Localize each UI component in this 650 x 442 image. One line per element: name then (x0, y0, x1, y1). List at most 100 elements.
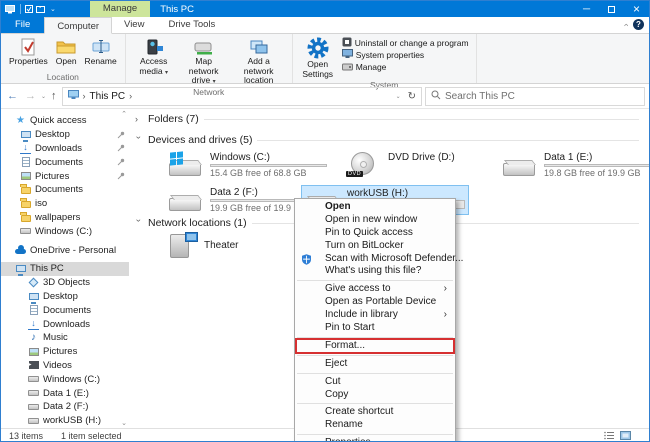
sidebar-item-wallpapers[interactable]: wallpapers (1, 211, 129, 225)
group-header-folders[interactable]: › Folders (7) (135, 113, 639, 125)
download-icon: ↓ (28, 319, 39, 330)
menu-item-open[interactable]: Open (295, 201, 455, 214)
rename-button[interactable]: Rename (81, 36, 121, 68)
menu-separator (297, 337, 453, 338)
close-button[interactable]: × (624, 1, 649, 17)
sidebar-item-videos[interactable]: Videos (1, 359, 129, 373)
chevron-expanded-icon[interactable]: › (134, 219, 144, 227)
open-settings-button[interactable]: Open Settings (297, 36, 339, 80)
sidebar-item-pc-downloads[interactable]: ↓ Downloads (1, 317, 129, 331)
title-bar: ⌄ Manage This PC ─ × (1, 1, 649, 17)
sidebar-item-pc-documents[interactable]: Documents (1, 303, 129, 317)
menu-item-portable-device[interactable]: Open as Portable Device (295, 296, 455, 309)
system-properties-button[interactable]: System properties (339, 49, 472, 61)
menu-item-whats-using[interactable]: What's using this file? (295, 265, 455, 278)
drive-tile-data1[interactable]: Data 1 (E:) 19.8 GB free of 19.9 GB (499, 150, 650, 180)
tab-computer[interactable]: Computer (44, 17, 112, 34)
menu-item-pin-start[interactable]: Pin to Start (295, 322, 455, 335)
menu-separator (297, 355, 453, 356)
sidebar-item-workusb[interactable]: workUSB (H:) (1, 414, 129, 428)
drive-icon (20, 228, 31, 234)
desktop-icon (21, 131, 31, 138)
explorer-window: ⌄ Manage This PC ─ × File Computer View … (0, 0, 650, 442)
scroll-up-icon[interactable]: ⌃ (121, 110, 127, 118)
sidebar-item-pc-pictures[interactable]: Pictures (1, 345, 129, 359)
sidebar-item-data2[interactable]: Data 2 (F:) (1, 400, 129, 414)
map-network-drive-button[interactable]: Map network drive ▾ (178, 36, 230, 87)
thumbnail-view-icon[interactable] (620, 431, 631, 442)
menu-item-defender-scan[interactable]: Scan with Microsoft Defender... (295, 253, 455, 266)
maximize-button[interactable] (599, 1, 624, 17)
menu-item-include-library[interactable]: Include in library› (295, 309, 455, 322)
menu-item-give-access[interactable]: Give access to› (295, 283, 455, 296)
drive-tile-dvd[interactable]: DVD DVD Drive (D:) (343, 150, 508, 180)
manage-contextual-tab[interactable]: Manage (90, 1, 150, 17)
sidebar-item-windows-c[interactable]: Windows (C:) (1, 224, 129, 238)
menu-item-format[interactable]: Format... (295, 340, 455, 353)
drive-icon (168, 187, 204, 213)
drive-icon (502, 152, 538, 178)
uninstall-program-button[interactable]: Uninstall or change a program (339, 37, 472, 49)
qat-new-folder-icon[interactable] (36, 5, 45, 13)
sidebar-item-documents-folder[interactable]: Documents (1, 183, 129, 197)
format-highlight-box (295, 338, 455, 354)
recent-locations-icon[interactable]: ⌄ (41, 93, 46, 100)
tab-file[interactable]: File (1, 16, 44, 33)
scroll-down-icon[interactable]: ⌄ (121, 419, 127, 427)
menu-item-create-shortcut[interactable]: Create shortcut (295, 406, 455, 419)
rename-icon (92, 37, 110, 56)
menu-item-bitlocker[interactable]: Turn on BitLocker (295, 240, 455, 253)
back-button[interactable]: ← (5, 90, 20, 102)
access-media-button[interactable]: Access media ▾ (130, 36, 178, 77)
tab-view[interactable]: View (112, 16, 156, 33)
sidebar-item-data1[interactable]: Data 1 (E:) (1, 386, 129, 400)
sidebar-item-3d-objects[interactable]: 3D Objects (1, 276, 129, 290)
pin-icon (117, 172, 125, 180)
address-dropdown-icon[interactable]: ⌄ (396, 93, 401, 100)
manage-icon (342, 62, 353, 73)
sidebar-item-pictures[interactable]: Pictures (1, 169, 129, 183)
minimize-button[interactable]: ─ (574, 1, 599, 17)
menu-item-open-new-window[interactable]: Open in new window (295, 214, 455, 227)
chevron-expanded-icon[interactable]: › (134, 136, 144, 144)
uninstall-icon (342, 37, 352, 49)
pin-icon (117, 131, 125, 139)
menu-item-pin-quick-access[interactable]: Pin to Quick access (295, 227, 455, 240)
add-network-location-button[interactable]: Add a network location (230, 36, 288, 87)
group-header-devices[interactable]: › Devices and drives (5) (135, 134, 639, 146)
up-button[interactable]: ↑ (49, 90, 59, 102)
sidebar-item-documents[interactable]: Documents (1, 155, 129, 169)
system-properties-icon (342, 49, 353, 61)
qat-customize-icon[interactable]: ⌄ (50, 5, 56, 13)
sidebar-item-quick-access[interactable]: ★ Quick access (1, 114, 129, 128)
sidebar-item-iso[interactable]: iso (1, 197, 129, 211)
search-input[interactable]: Search This PC (425, 87, 645, 106)
collapse-ribbon-icon[interactable]: › (621, 23, 631, 26)
forward-button[interactable]: → (23, 90, 38, 102)
menu-item-copy[interactable]: Copy (295, 389, 455, 402)
sidebar-item-pc-windows-c[interactable]: Windows (C:) (1, 372, 129, 386)
search-icon (431, 90, 441, 103)
drive-tile-windows-c[interactable]: Windows (C:) 15.4 GB free of 68.8 GB (165, 150, 330, 180)
details-view-icon[interactable] (604, 431, 615, 442)
breadcrumb-this-pc[interactable]: This PC (90, 91, 126, 102)
open-button[interactable]: Open (52, 36, 81, 68)
refresh-icon[interactable]: ↻ (408, 91, 416, 102)
menu-item-properties[interactable]: Properties (295, 437, 455, 442)
sidebar-item-music[interactable]: ♪ Music (1, 331, 129, 345)
tab-drive-tools[interactable]: Drive Tools (156, 16, 227, 33)
sidebar-item-onedrive[interactable]: OneDrive - Personal (1, 243, 129, 257)
sidebar-item-desktop[interactable]: Desktop (1, 128, 129, 142)
chevron-collapsed-icon[interactable]: › (135, 114, 143, 124)
sidebar-item-pc-desktop[interactable]: Desktop (1, 290, 129, 304)
breadcrumb[interactable]: › This PC › ⌄ ↻ (62, 87, 422, 106)
menu-item-rename[interactable]: Rename (295, 419, 455, 432)
help-icon[interactable]: ? (633, 19, 644, 30)
sidebar-item-this-pc[interactable]: This PC (1, 262, 129, 276)
properties-button[interactable]: Properties (5, 36, 52, 68)
sidebar-item-downloads[interactable]: ↓ Downloads (1, 142, 129, 156)
qat-properties-icon[interactable] (25, 5, 33, 13)
menu-item-eject[interactable]: Eject (295, 358, 455, 371)
menu-item-cut[interactable]: Cut (295, 376, 455, 389)
manage-button[interactable]: Manage (339, 61, 472, 73)
